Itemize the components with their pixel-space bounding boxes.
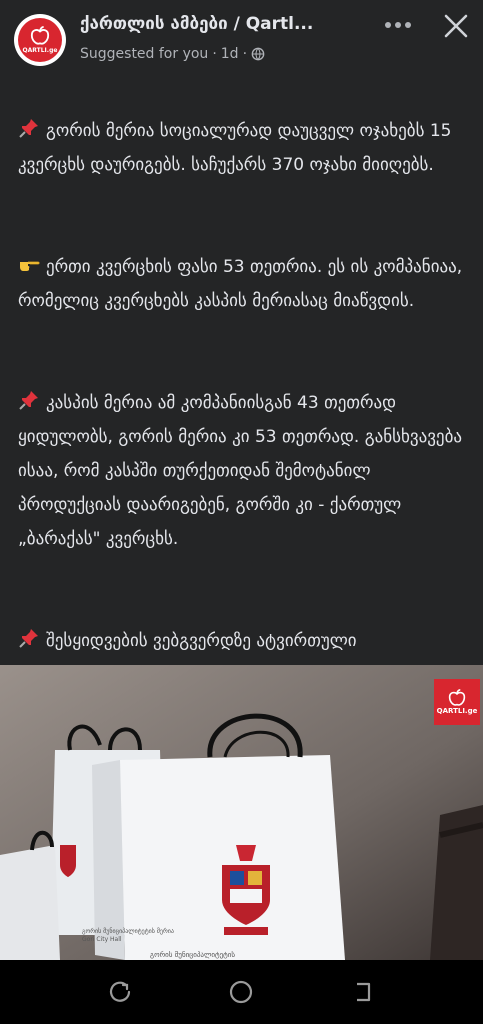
recents-icon — [109, 981, 131, 1002]
home-button[interactable] — [221, 976, 261, 1008]
bag-label-3: გორის მუნიციპალიტეტის — [150, 950, 235, 959]
post-photo[interactable]: გორის მუნიციპალიტეტის მერია Gori City Ha… — [0, 665, 483, 960]
back-button[interactable] — [343, 976, 383, 1008]
paragraph-3: კასპის მერია ამ კომპანიისგან 43 თეთრად ყ… — [18, 352, 473, 556]
avatar-label: QARTLI.ge — [22, 47, 58, 54]
paragraph-3-text: კასპის მერია ამ კომპანიისგან 43 თეთრად ყ… — [18, 393, 463, 549]
watermark-text: QARTLI.ge — [436, 707, 478, 715]
more-button[interactable] — [378, 10, 418, 40]
paragraph-2: ერთი კვერცხის ფასი 53 თეთრია. ეს ის კომპ… — [18, 216, 473, 318]
close-button[interactable] — [436, 8, 476, 44]
bag-label-2: Gori City Hall — [82, 936, 122, 943]
close-icon — [444, 14, 468, 38]
home-icon — [229, 980, 253, 1004]
pushpin-icon — [19, 629, 38, 648]
post-header: QARTLI.ge ქართლის ამბები / Qartl... Sugg… — [0, 0, 483, 80]
page-avatar[interactable]: QARTLI.ge — [14, 14, 66, 66]
paragraph-1: გორის მერია სოციალურად დაუცველ ოჯახებს 1… — [18, 80, 473, 182]
pushpin-icon — [19, 119, 38, 138]
gift-bags-illustration: გორის მუნიციპალიტეტის მერია Gori City Ha… — [0, 665, 483, 960]
meta-separator: · — [212, 46, 217, 62]
pushpin-icon — [19, 391, 38, 410]
page-name[interactable]: ქართლის ამბები / Qartl... — [80, 14, 370, 34]
recents-button[interactable] — [100, 976, 140, 1008]
paragraph-2-text: ერთი კვერცხის ფასი 53 თეთრია. ეს ის კომპ… — [18, 257, 463, 311]
meta-separator-2: · — [242, 46, 248, 62]
paragraph-1-text: გორის მერია სოციალურად დაუცველ ოჯახებს 1… — [18, 121, 452, 175]
post-meta: Suggested for you · 1d · — [80, 46, 265, 62]
post-time[interactable]: 1d — [221, 46, 239, 62]
more-icon — [385, 22, 411, 28]
apple-icon — [30, 26, 50, 45]
post-body: გორის მერია სოციალურად დაუცველ ოჯახებს 1… — [18, 80, 473, 760]
suggested-label: Suggested for you — [80, 46, 209, 62]
globe-icon — [251, 47, 265, 61]
apple-icon — [448, 689, 466, 706]
system-nav-bar — [0, 960, 483, 1024]
bag-label-1: გორის მუნიციპალიტეტის მერია — [82, 928, 174, 935]
watermark-logo: QARTLI.ge — [434, 679, 480, 725]
back-icon — [357, 982, 371, 1002]
avatar-logo: QARTLI.ge — [18, 18, 62, 62]
pointing-hand-icon — [20, 261, 40, 271]
